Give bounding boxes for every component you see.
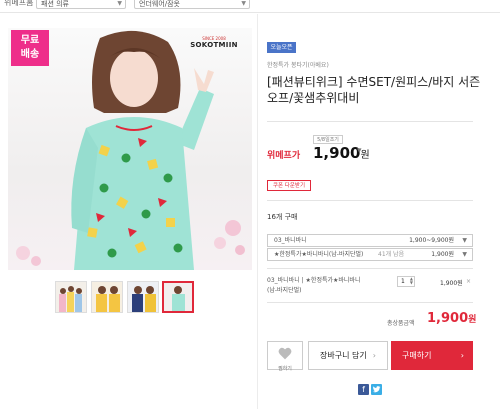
- chevron-down-icon: ▼: [462, 237, 467, 244]
- like-button[interactable]: 찜하기: [267, 341, 303, 372]
- divider: [267, 200, 473, 201]
- facebook-icon[interactable]: f: [358, 384, 369, 395]
- early-close-tag: 5/8일조기: [313, 135, 343, 144]
- price-detail-toggle[interactable]: ▾: [357, 146, 362, 156]
- free-shipping-line-2: 배송: [20, 49, 40, 60]
- thumbnail-image: [56, 282, 86, 312]
- add-to-cart-label: 장바구니 담기: [320, 351, 367, 360]
- category-select-2-label: 언더웨어/잠옷: [139, 0, 180, 8]
- option-select-1[interactable]: 03_바니바니 1,900~9,900원 ▼: [267, 234, 473, 247]
- total-price: 1,900원: [427, 311, 476, 326]
- option-select-2-price: 1,900원: [431, 251, 454, 258]
- total-unit: 원: [468, 315, 477, 325]
- breadcrumb-home[interactable]: 위메프홈: [4, 0, 33, 10]
- chevron-down-icon: ▼: [117, 0, 122, 7]
- column-divider: [257, 14, 258, 409]
- price-label: 위메프가: [267, 151, 301, 161]
- buy-now-label: 구매하기: [402, 351, 432, 360]
- twitter-icon[interactable]: [371, 384, 382, 395]
- thumbnail-image: [164, 283, 192, 311]
- total-label: 총상품금액: [387, 320, 415, 327]
- product-thumbnail-selected[interactable]: [162, 281, 194, 313]
- chevron-right-icon: ›: [460, 351, 464, 360]
- selected-item-price: 1,900원: [440, 280, 463, 287]
- coupon-download-button[interactable]: 쿠폰 다운받기: [267, 180, 311, 191]
- chevron-down-icon: ▼: [241, 0, 246, 7]
- option-select-1-label: 03_바니바니: [274, 237, 307, 244]
- chevron-down-icon: ▼: [462, 251, 467, 258]
- spin-arrows-icon[interactable]: ▲ ▼: [410, 277, 413, 285]
- twitter-bird-glyph: [372, 386, 381, 393]
- divider: [267, 302, 473, 303]
- option-select-2[interactable]: ★한정특가★바니바니(남-바지단벌) 41개 남음 1,900원 ▼: [267, 248, 473, 261]
- heart-icon: [278, 347, 292, 360]
- product-thumbnail[interactable]: [127, 281, 159, 313]
- option-select-1-price: 1,900~9,900원: [409, 237, 454, 244]
- buy-now-button[interactable]: 구매하기 ›: [391, 341, 473, 370]
- category-select-1[interactable]: 패션 의류 ▼: [36, 0, 126, 9]
- product-title: [패션뷰티위크] 수면SET/원피스/바지 서즌오프/꽃샘추위대비: [267, 75, 481, 105]
- divider: [267, 268, 473, 269]
- product-thumbnail[interactable]: [55, 281, 87, 313]
- option-select-2-stock: 41개 남음: [378, 251, 405, 258]
- thumbnail-image: [92, 282, 122, 312]
- like-label: 찜하기: [278, 366, 292, 372]
- category-select-1-label: 패션 의류: [41, 0, 69, 8]
- quantity-value: 1: [401, 278, 405, 285]
- product-thumbnail[interactable]: [91, 281, 123, 313]
- thumbnail-image: [128, 282, 158, 312]
- divider: [267, 121, 473, 122]
- category-select-2[interactable]: 언더웨어/잠옷 ▼: [134, 0, 250, 9]
- option-select-2-label: ★한정특가★바니바니(남-바지단벌): [274, 251, 364, 258]
- total-value: 1,900: [427, 311, 469, 326]
- buy-count: 16개 구매: [267, 213, 298, 221]
- selected-item-name-2: (남-바지단벌): [267, 287, 302, 294]
- free-shipping-badge: 무료 배송: [11, 30, 49, 66]
- price-value: 1,900: [313, 144, 361, 162]
- remove-item-icon[interactable]: ×: [466, 278, 471, 285]
- brand-logo: SINCE 2008 SOKOTMIIN: [186, 36, 242, 54]
- add-to-cart-button[interactable]: 장바구니 담기 ›: [308, 341, 388, 370]
- today-open-badge: 오늘오픈: [267, 42, 296, 53]
- brand-logo-text: SOKOTMIIN: [190, 41, 238, 49]
- product-subtitle: 한정특가 봉타기(아베요): [267, 62, 329, 69]
- free-shipping-line-1: 무료: [20, 35, 40, 46]
- quantity-stepper[interactable]: 1 ▲ ▼: [397, 276, 415, 287]
- chevron-right-icon: ›: [372, 351, 376, 360]
